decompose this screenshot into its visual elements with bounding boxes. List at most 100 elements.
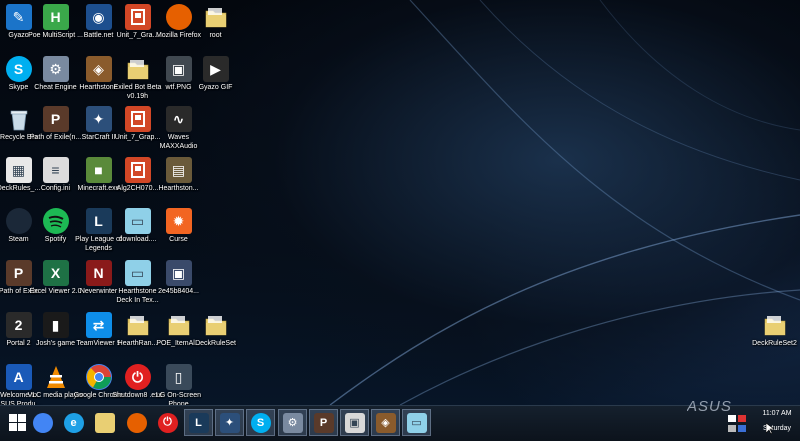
path-of-exile-icon: P [314,413,334,433]
cheat-engine-icon: ⚙ [283,413,303,433]
powerpoint-icon [125,106,151,132]
desktop-icon[interactable]: ∿Waves MAXXAudio [160,106,197,151]
tray-flag-icon[interactable] [728,415,736,422]
skype-icon: S [251,413,271,433]
waves-audio-icon: ∿ [166,106,192,132]
desktop-icon[interactable]: HPoe MultiScript ... [37,4,74,41]
powerpoint-icon [125,4,151,30]
excel-viewer-icon: X [43,260,69,286]
document-icon: ▭ [407,413,427,433]
desktop-icon[interactable]: ≡Config.ini [37,157,74,194]
desktop-icon[interactable]: Spotify [37,208,74,245]
battlenet-icon: ◉ [86,4,112,30]
spreadsheet-icon: ▦ [6,157,32,183]
desktop-icon[interactable]: Exiled Bot Beta v0.19h [119,56,156,101]
taskbar-button[interactable]: P [309,409,338,436]
internet-explorer-icon: e [64,413,84,433]
desktop-icon-label: root [188,32,244,41]
minecraft-icon: ■ [86,157,112,183]
desktop-icon-label: DeckRuleSet2 [747,340,800,349]
folder-icon [203,4,229,30]
desktop-icon-label: 2e45b8404... [151,288,207,297]
league-icon: L [189,413,209,433]
path-of-exile-icon: P [43,106,69,132]
desktop-icon[interactable]: PPath of Exile(n... [37,106,74,143]
skype-icon: S [6,56,32,82]
taskbar-button[interactable]: ⚙ [278,409,307,436]
taskbar-button[interactable]: ▭ [402,409,431,436]
desktop-icon-label: DeckRuleSet [188,340,244,349]
desktop-icon[interactable]: DeckRuleSet2 [756,312,793,349]
desktop-icon[interactable]: VLC media player [37,364,74,401]
taskbar-button[interactable]: S [246,409,275,436]
desktop-icon[interactable]: XExcel Viewer 2.0 [37,260,74,297]
desktop-icon[interactable]: ▶Gyazo GIF [197,56,234,93]
taskbar-button[interactable]: L [184,409,213,436]
document-icon: ▭ [125,208,151,234]
vlc-icon [43,364,69,390]
cheat-engine-icon: ⚙ [43,56,69,82]
document-icon: ▭ [125,260,151,286]
taskbar-button[interactable] [122,409,151,436]
chrome-icon [86,364,112,390]
tray-network-icon[interactable] [738,415,746,422]
desktop-icon-label: LG On-Screen Phone [151,392,207,405]
path-of-exile-icon: P [6,260,32,286]
recycle-bin-icon [6,106,32,132]
taskbar-button[interactable] [28,409,57,436]
taskbar-button[interactable]: ⏻ [153,409,182,436]
neverwinter-icon: N [86,260,112,286]
shutdown-icon: ⏻ [125,364,151,390]
desktop-icon[interactable]: LPlay League of Legends [80,208,117,253]
taskbar-button[interactable]: e [59,409,88,436]
curse-icon: ✹ [166,208,192,234]
taskbar-button[interactable]: ✦ [215,409,244,436]
file-explorer-icon [95,413,115,433]
config-file-icon: ≡ [43,157,69,183]
chrome-icon [33,413,53,433]
desktop-icon[interactable]: ▯LG On-Screen Phone [160,364,197,405]
starcraft-icon: ✦ [86,106,112,132]
hearthstone-icon: ◈ [86,56,112,82]
spotify-icon [43,208,69,234]
desktop-icon[interactable]: ▤Hearthston... [160,157,197,194]
league-icon: L [86,208,112,234]
desktop-icon[interactable]: ✹Curse [160,208,197,245]
asus-logo: ASUS [687,399,749,413]
asus-icon: A [6,364,32,390]
taskbar-button[interactable]: ▣ [340,409,369,436]
taskbar-button[interactable] [90,409,119,436]
folder-icon [762,312,788,338]
gyazo-icon: ✎ [6,4,32,30]
tray-volume-icon[interactable] [728,425,736,432]
desktop-icon[interactable]: ▭Hearthstone Deck In Tex... [119,260,156,305]
desktop-icon[interactable]: ⚙Cheat Engine [37,56,74,93]
asus-logo-text: ASUS [687,399,732,413]
image-file-icon: ▣ [166,260,192,286]
powerpoint-icon [125,157,151,183]
taskbar-clock[interactable]: 11:07 AM Saturday [758,409,796,433]
game-file-icon: ▮ [43,312,69,338]
firefox-icon [127,413,147,433]
clock-time: 11:07 AM [758,409,796,418]
starcraft-icon: ✦ [220,413,240,433]
tray-battery-icon[interactable] [738,425,746,432]
desktop-icon[interactable]: ▣2e45b8404... [160,260,197,297]
desktop-icon-label: Curse [151,236,207,245]
desktop-icon-label: Gyazo GIF [188,84,244,93]
desktop-icon-label: Hearthston... [151,185,207,194]
folder-icon [125,312,151,338]
taskbar: e ⏻ L ✦ S ⚙ P ▣◈ ▭ [0,405,800,441]
firefox-icon [166,4,192,30]
poe-multiscript-icon: H [43,4,69,30]
desktop: ✎GyazoHPoe MultiScript ...◉Battle.netUni… [0,0,800,405]
clock-day: Saturday [758,424,796,433]
windows-logo-icon [9,414,26,431]
taskbar-button[interactable]: ◈ [371,409,400,436]
desktop-icon[interactable]: ▮Josh's game [37,312,74,349]
desktop-icon[interactable]: DeckRuleSet [197,312,234,349]
desktop-icon-label: Waves MAXXAudio [151,134,207,151]
folder-icon [203,312,229,338]
mouse-cursor [766,423,774,435]
desktop-icon[interactable]: root [197,4,234,41]
